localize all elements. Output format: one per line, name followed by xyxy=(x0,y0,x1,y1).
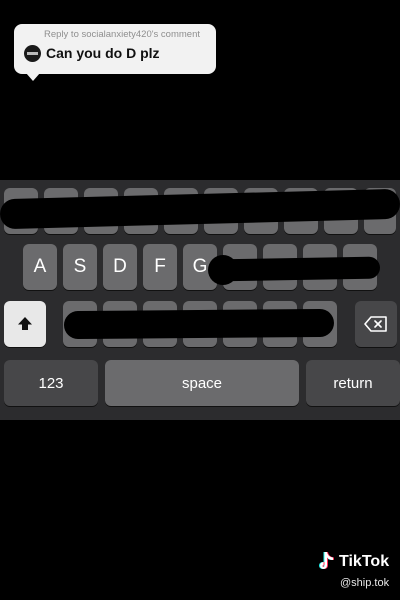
comment-text: Can you do D plz xyxy=(46,45,160,61)
comment-reply-bubble[interactable]: Reply to socialanxiety420's comment Can … xyxy=(14,24,216,81)
return-key[interactable]: return xyxy=(306,360,400,406)
scribble-row3 xyxy=(63,308,335,340)
keyboard-key-a[interactable]: A xyxy=(23,244,57,290)
reply-label: Reply to socialanxiety420's comment xyxy=(44,29,200,40)
tiktok-brand: TikTok xyxy=(339,553,390,570)
keyboard-key-s[interactable]: S xyxy=(63,244,97,290)
on-screen-keyboard: A S D F G 123 space return xyxy=(0,180,400,420)
commenter-avatar xyxy=(24,45,41,62)
space-bar[interactable]: space xyxy=(105,360,299,406)
keyboard-key-d[interactable]: D xyxy=(103,244,137,290)
backspace-key[interactable] xyxy=(355,301,397,347)
backspace-icon xyxy=(364,316,387,332)
scribble-row2-dot xyxy=(208,255,238,285)
shift-key[interactable] xyxy=(4,301,46,347)
creator-handle: @ship.tok xyxy=(340,577,390,589)
shift-up-arrow-icon xyxy=(18,317,32,330)
numbers-key[interactable]: 123 xyxy=(4,360,98,406)
keyboard-key-f[interactable]: F xyxy=(143,244,177,290)
tiktok-note-icon xyxy=(319,552,334,569)
